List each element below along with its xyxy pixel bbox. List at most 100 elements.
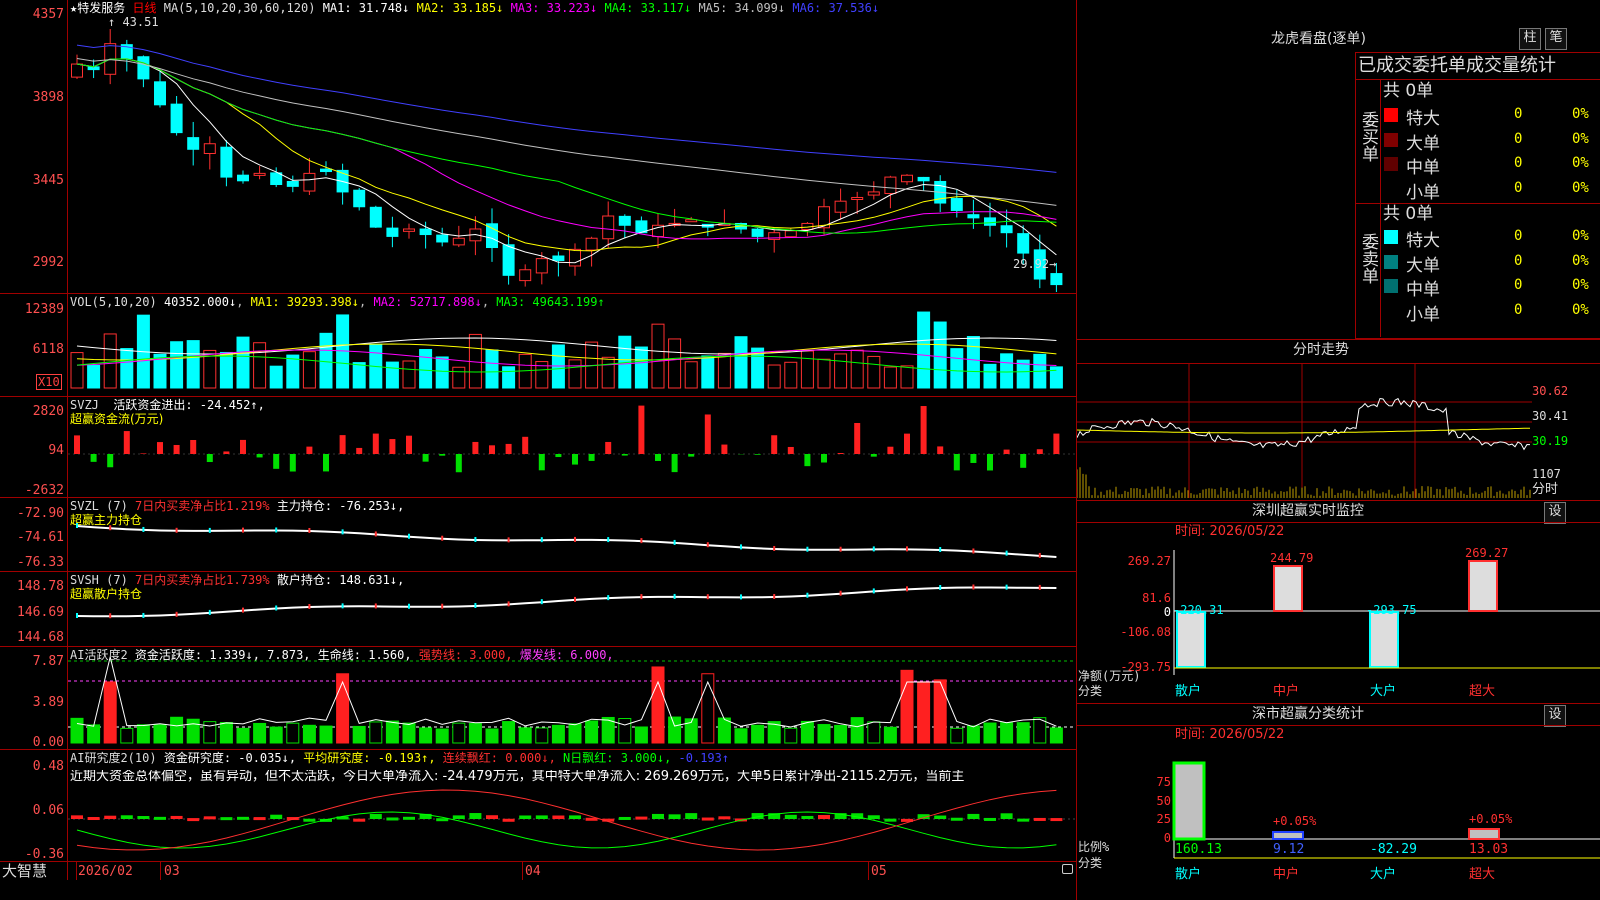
holding-tick bbox=[706, 542, 709, 548]
activity-bar bbox=[518, 727, 532, 744]
kline-yaxis: 4357 3898 3445 2992 bbox=[0, 0, 64, 293]
period-label[interactable]: 日线 bbox=[132, 1, 156, 15]
holding-tick bbox=[906, 546, 908, 552]
research-bar bbox=[452, 815, 465, 819]
flow-bar bbox=[240, 439, 246, 454]
sell-group-label: 委卖单 bbox=[1358, 233, 1378, 284]
svsh-chart[interactable] bbox=[68, 572, 1076, 646]
main-chart-area[interactable]: ★特发服务 日线 MA(5,10,20,30,60,120) MA1: 31.7… bbox=[0, 0, 1077, 900]
volume-bar bbox=[319, 332, 333, 389]
activity-bar bbox=[120, 727, 134, 744]
buy-label: 特大 bbox=[1406, 109, 1440, 129]
classify-chart[interactable]: 75 50 25 0 160.13 散户 +0.05% 9.12 中户 -82.29 大户 +0.05… bbox=[1077, 743, 1600, 900]
activity-bar bbox=[352, 725, 366, 744]
y-label: 6118 bbox=[32, 342, 64, 357]
activity-bar bbox=[734, 728, 748, 744]
candle bbox=[187, 137, 200, 150]
flow-bar bbox=[837, 453, 844, 454]
classify-settings-button[interactable]: 设 bbox=[1544, 705, 1566, 727]
activity-bar bbox=[1016, 722, 1030, 744]
kline-chart[interactable] bbox=[68, 14, 1076, 292]
activity-bar bbox=[751, 724, 765, 744]
divider bbox=[1380, 79, 1381, 337]
monitor-chart[interactable]: 269.2781.60-106.08-293.75-220.31244.79-2… bbox=[1077, 540, 1600, 700]
vol-chart[interactable] bbox=[68, 300, 1076, 395]
sell-count: 0 bbox=[1514, 228, 1523, 244]
buy-row: 中单 0 0% bbox=[1382, 153, 1600, 178]
volume-bar bbox=[651, 323, 665, 389]
holding-tick bbox=[607, 595, 610, 601]
candle bbox=[137, 56, 150, 80]
lock-icon[interactable] bbox=[1062, 864, 1073, 874]
flow-bar bbox=[206, 454, 213, 463]
y-label: 2992 bbox=[32, 255, 64, 270]
research-bar bbox=[71, 815, 83, 819]
tick-mode-button[interactable]: 笔 bbox=[1545, 28, 1567, 50]
holding-tick bbox=[374, 603, 377, 609]
volume-bar bbox=[269, 365, 283, 389]
y-label: 94 bbox=[48, 443, 64, 458]
flow-bar bbox=[140, 453, 147, 454]
ai1-chart[interactable] bbox=[68, 647, 1076, 749]
y-label: 75 bbox=[1157, 775, 1171, 789]
flow-bar bbox=[655, 454, 661, 461]
activity-bar bbox=[236, 727, 250, 744]
holding-tick bbox=[872, 588, 875, 594]
y-label: 81.6 bbox=[1142, 591, 1171, 605]
y-label: -72.90 bbox=[17, 506, 64, 521]
research-bar bbox=[519, 815, 532, 819]
volume-bar bbox=[734, 336, 748, 389]
holding-tick bbox=[275, 605, 278, 611]
ratio-value: 160.13 bbox=[1175, 842, 1222, 857]
date-label: 05 bbox=[871, 864, 887, 879]
activity-bar bbox=[87, 724, 101, 744]
ma4-label: MA4: 33.117↓ bbox=[604, 1, 692, 15]
stock-name[interactable]: 特发服务 bbox=[77, 1, 125, 15]
flow-bar bbox=[771, 435, 778, 454]
monitor-settings-button[interactable]: 设 bbox=[1544, 502, 1566, 524]
candle bbox=[967, 214, 980, 219]
volume-bar bbox=[186, 340, 200, 389]
activity-bar bbox=[485, 728, 499, 744]
activity-bar bbox=[950, 727, 964, 744]
candle bbox=[1017, 233, 1030, 254]
buy-label: 小单 bbox=[1406, 182, 1440, 203]
volume-bar bbox=[800, 350, 814, 389]
holding-tick bbox=[275, 527, 278, 533]
research-bar bbox=[867, 815, 880, 819]
candle bbox=[602, 215, 615, 240]
svzj-chart[interactable] bbox=[68, 397, 1076, 497]
high-marker: ↑ 43.51 bbox=[108, 15, 159, 29]
candle bbox=[436, 234, 449, 243]
vol-unit-badge[interactable]: X10 bbox=[36, 374, 62, 390]
volume-bar bbox=[402, 360, 416, 389]
flow-bar bbox=[1020, 454, 1027, 468]
svzl-chart[interactable] bbox=[68, 498, 1076, 571]
activity-bar bbox=[551, 724, 565, 744]
holding-tick bbox=[441, 603, 444, 609]
holding-tick bbox=[208, 527, 211, 533]
volume-bar bbox=[568, 359, 582, 389]
intraday-chart[interactable] bbox=[1077, 364, 1600, 498]
holding-tick bbox=[574, 596, 576, 602]
category-label: 散户 bbox=[1175, 683, 1201, 699]
category-label: 大户 bbox=[1370, 683, 1396, 699]
research-bar bbox=[718, 816, 731, 820]
brand-label: 大智慧 bbox=[2, 862, 48, 880]
holding-tick bbox=[574, 536, 576, 542]
ma1-label: MA1: 31.748↓ bbox=[322, 1, 410, 15]
candle bbox=[884, 176, 897, 194]
flow-bar bbox=[854, 422, 861, 454]
ma6-label: MA6: 37.536↓ bbox=[792, 1, 880, 15]
sell-color-swatch bbox=[1384, 254, 1398, 269]
y-label: 7.87 bbox=[32, 654, 64, 669]
y-label: 0.00 bbox=[32, 735, 64, 750]
holding-tick bbox=[839, 546, 842, 552]
candle bbox=[320, 168, 332, 173]
holding-tick bbox=[740, 594, 742, 600]
research-bar bbox=[220, 817, 233, 821]
bar-mode-button[interactable]: 柱 bbox=[1519, 28, 1541, 50]
candle bbox=[519, 269, 532, 282]
flow-bar bbox=[455, 454, 462, 473]
ai2-chart[interactable] bbox=[68, 750, 1076, 861]
